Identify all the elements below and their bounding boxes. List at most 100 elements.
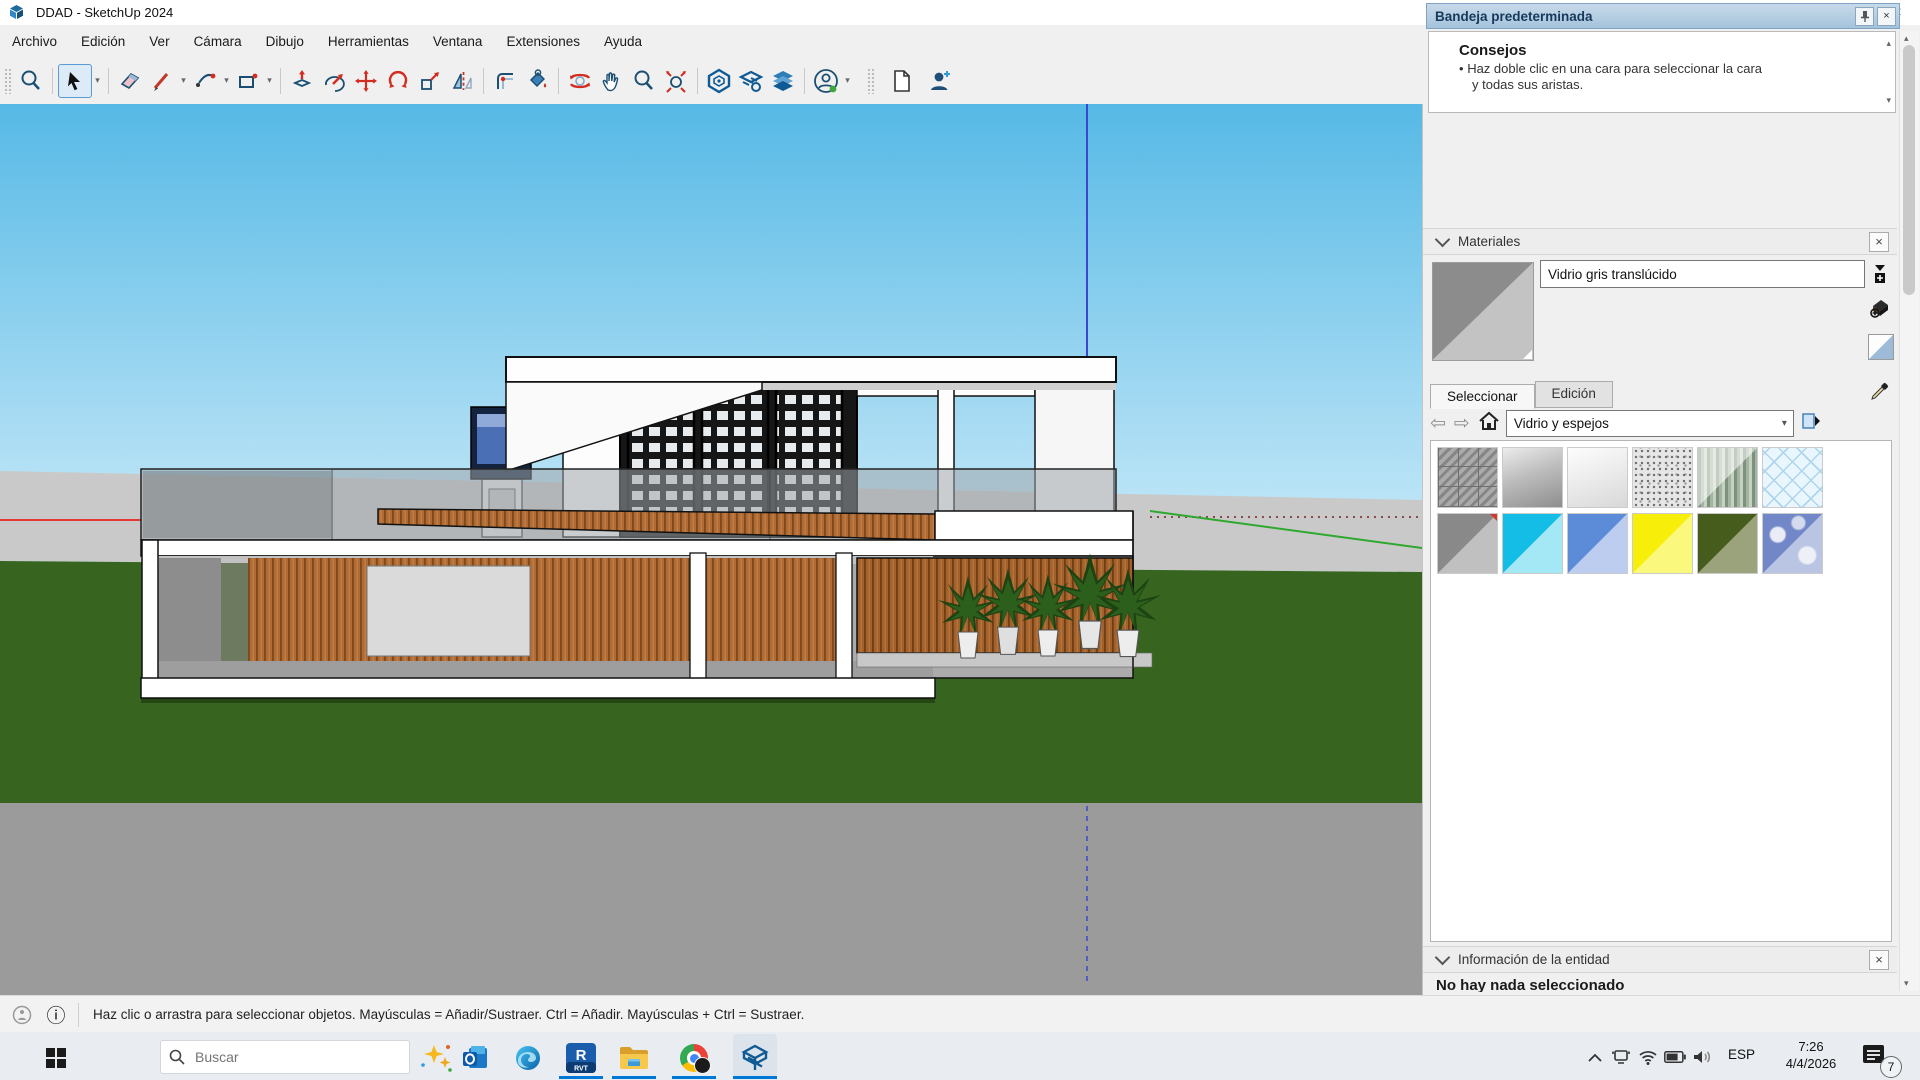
create-material-icon[interactable]	[1868, 296, 1892, 320]
line-tool-caret[interactable]: ▾	[178, 65, 189, 97]
scrollbar-thumb[interactable]	[1903, 45, 1915, 295]
tips-scroll-up-icon[interactable]: ▴	[1886, 38, 1891, 49]
section-fill-icon[interactable]	[735, 65, 767, 97]
sign-in-avatar-icon[interactable]	[810, 65, 842, 97]
entity-info-section-header[interactable]: Información de la entidad ×	[1423, 946, 1897, 973]
chrome-profile-badge	[694, 1057, 711, 1074]
menu-camara[interactable]: Cámara	[182, 25, 254, 57]
menu-extensiones[interactable]: Extensiones	[494, 25, 592, 57]
zoom-extents-icon[interactable]	[660, 65, 692, 97]
toolbar-grip[interactable]	[4, 68, 12, 94]
search-input[interactable]	[193, 1048, 367, 1066]
material-preview-thumbnail[interactable]	[1432, 262, 1534, 361]
tab-seleccionar[interactable]: Seleccionar	[1430, 384, 1535, 409]
pan-tool-icon[interactable]	[596, 65, 628, 97]
select-tool-icon[interactable]	[58, 64, 92, 98]
tray-scrollbar[interactable]: ▴ ▾	[1899, 31, 1919, 991]
rotate-tool-icon[interactable]	[382, 65, 414, 97]
menu-edicion[interactable]: Edición	[69, 25, 137, 57]
section-plane-icon[interactable]	[703, 65, 735, 97]
add-people-icon[interactable]	[924, 65, 956, 97]
start-button[interactable]	[36, 1038, 76, 1078]
zoom-tool-icon[interactable]	[628, 65, 660, 97]
select-tool-caret[interactable]: ▾	[92, 65, 103, 97]
tips-scroll-down-icon[interactable]: ▾	[1886, 95, 1891, 106]
line-tool-icon[interactable]	[146, 65, 178, 97]
in-model-home-icon[interactable]	[1478, 411, 1500, 436]
scroll-down-icon[interactable]: ▾	[1904, 978, 1909, 989]
menu-ver[interactable]: Ver	[137, 25, 181, 57]
eraser-icon[interactable]	[114, 65, 146, 97]
forward-arrow-icon[interactable]: ⇨	[1454, 412, 1470, 435]
hidden-icons-chevron-icon[interactable]	[1582, 1044, 1608, 1070]
taskbar-app-revit[interactable]: RRVT	[561, 1038, 601, 1078]
swatch-sky-reflective-glass[interactable]	[1762, 513, 1823, 574]
menu-ayuda[interactable]: Ayuda	[592, 25, 654, 57]
scale-tool-icon[interactable]	[414, 65, 446, 97]
scroll-up-icon[interactable]: ▴	[1904, 33, 1909, 44]
swatch-clear-glass[interactable]	[1567, 447, 1628, 508]
menu-archivo[interactable]: Archivo	[0, 25, 69, 57]
toolbar-grip[interactable]	[867, 68, 875, 94]
swatch-glass-block[interactable]	[1437, 447, 1498, 508]
new-document-icon[interactable]	[886, 65, 918, 97]
arc-tool-icon[interactable]	[189, 65, 221, 97]
back-arrow-icon[interactable]: ⇦	[1430, 412, 1446, 435]
taskbar-app-sketchup[interactable]	[735, 1038, 775, 1078]
move-tool-icon[interactable]	[350, 65, 382, 97]
taskbar-app-file-explorer[interactable]	[614, 1038, 654, 1078]
tray-title-bar[interactable]: Bandeja predeterminada ×	[1426, 3, 1900, 29]
svg-text:RVT: RVT	[574, 1066, 589, 1073]
taskbar-app-chrome[interactable]	[674, 1038, 714, 1078]
menu-herramientas[interactable]: Herramientas	[316, 25, 421, 57]
paint-bucket-icon[interactable]	[521, 65, 553, 97]
language-indicator[interactable]: ESP	[1728, 1047, 1755, 1062]
sample-paint-eyedropper-icon[interactable]	[1868, 379, 1892, 403]
taskbar-search-box[interactable]	[160, 1040, 410, 1074]
info-icon[interactable]: ⓘ	[44, 1003, 68, 1027]
swatch-mirror-gray[interactable]	[1502, 447, 1563, 508]
search-highlights-icon[interactable]	[416, 1038, 456, 1078]
speaker-icon[interactable]	[1690, 1044, 1716, 1070]
wifi-icon[interactable]	[1635, 1044, 1661, 1070]
model-viewport[interactable]	[0, 104, 1422, 995]
swatch-translucent-cyan-glass[interactable]	[1502, 513, 1563, 574]
collection-details-icon[interactable]	[1802, 411, 1822, 436]
materials-close-icon[interactable]: ×	[1869, 232, 1889, 252]
collection-dropdown[interactable]: Vidrio y espejos ▾	[1506, 410, 1794, 437]
offset-tool-icon[interactable]	[489, 65, 521, 97]
swatch-obscure-glass[interactable]	[1632, 447, 1693, 508]
swatch-translucent-blue-glass[interactable]	[1567, 513, 1628, 574]
menu-dibujo[interactable]: Dibujo	[254, 25, 316, 57]
swatch-ribbed-green-glass[interactable]	[1697, 447, 1758, 508]
geolocation-icon[interactable]	[10, 1003, 34, 1027]
entity-info-close-icon[interactable]: ×	[1869, 950, 1889, 970]
tab-edicion[interactable]: Edición	[1535, 381, 1613, 408]
swatch-translucent-yellow-glass[interactable]	[1632, 513, 1693, 574]
zoom-window-icon[interactable]	[15, 65, 47, 97]
rectangle-tool-caret[interactable]: ▾	[264, 65, 275, 97]
sign-in-caret[interactable]: ▾	[842, 65, 853, 97]
section-display-icon[interactable]	[767, 65, 799, 97]
taskbar-app-outlook[interactable]	[455, 1038, 495, 1078]
swatch-leaded-blue-glass[interactable]	[1762, 447, 1823, 508]
rectangle-tool-icon[interactable]	[232, 65, 264, 97]
swatch-translucent-dark-green-glass[interactable]	[1697, 513, 1758, 574]
pin-icon[interactable]	[1855, 7, 1874, 26]
secondary-pane-icon[interactable]	[1868, 262, 1892, 286]
push-pull-icon[interactable]	[286, 65, 318, 97]
default-material-swatch[interactable]	[1868, 334, 1894, 360]
clock[interactable]: 7:26 4/4/2026	[1775, 1038, 1847, 1072]
tray-close-icon[interactable]: ×	[1877, 7, 1896, 26]
battery-icon[interactable]	[1662, 1044, 1688, 1070]
arc-tool-caret[interactable]: ▾	[221, 65, 232, 97]
cast-display-icon[interactable]	[1608, 1044, 1634, 1070]
taskbar-app-edge[interactable]	[508, 1038, 548, 1078]
material-name-field[interactable]: Vidrio gris translúcido	[1540, 260, 1865, 288]
swatch-translucent-gray-glass[interactable]	[1437, 513, 1498, 574]
orbit-tool-icon[interactable]	[564, 65, 596, 97]
menu-ventana[interactable]: Ventana	[421, 25, 495, 57]
materials-section-header[interactable]: Materiales ×	[1423, 228, 1897, 255]
flip-along-icon[interactable]	[446, 65, 478, 97]
follow-me-icon[interactable]	[318, 65, 350, 97]
